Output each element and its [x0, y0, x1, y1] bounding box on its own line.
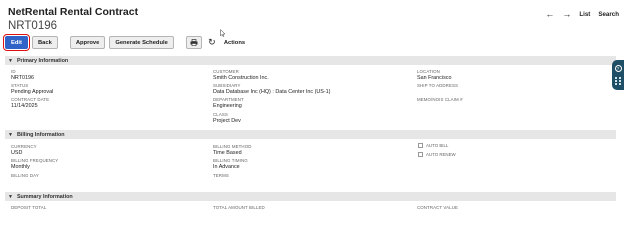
field-value: San Francisco: [417, 74, 452, 81]
field-label: MEMO/NOIS CLAIM #: [417, 97, 463, 102]
field-label: BILLING FREQUENCY: [11, 158, 59, 163]
field-label: CONTRACT VALUE: [417, 205, 459, 210]
section-title: Summary Information: [16, 193, 73, 200]
refresh-icon[interactable]: ↻: [206, 37, 218, 48]
record-id: NRT0196: [8, 20, 58, 32]
actions-menu[interactable]: Actions: [224, 40, 245, 46]
auto-bill-checkbox-row: AUTO BILL: [418, 143, 448, 148]
field-id: ID NRT0196: [11, 69, 34, 81]
field-value: Data Database Inc (HQ) : Data Center Inc…: [213, 88, 331, 95]
edit-button[interactable]: Edit: [3, 34, 30, 51]
side-widget-panel[interactable]: ?: [612, 60, 624, 90]
field-label: BILLING DAY: [11, 173, 39, 178]
section-summary-information[interactable]: ▼ Summary Information: [5, 192, 616, 201]
field-value: Project Dev: [213, 117, 241, 124]
auto-bill-label: AUTO BILL: [426, 143, 449, 148]
field-status: STATUS Pending Approval: [11, 83, 53, 95]
approve-button[interactable]: Approve: [69, 36, 106, 49]
section-primary-information[interactable]: ▼ Primary Information: [5, 56, 616, 65]
chevron-down-icon: ▼: [8, 193, 13, 200]
field-label: TERMS: [213, 173, 229, 178]
top-navigation: ← → List Search: [545, 10, 619, 19]
auto-renew-checkbox[interactable]: [418, 152, 423, 157]
field-value: Time Based: [213, 149, 242, 156]
field-label: SHIP TO ADDRESS: [417, 83, 459, 88]
page-title: NetRental Rental Contract: [8, 6, 139, 18]
auto-renew-checkbox-row: AUTO RENEW: [418, 152, 456, 157]
field-value: Smith Construction Inc.: [213, 74, 269, 81]
generate-schedule-button[interactable]: Generate Schedule: [109, 36, 174, 49]
field-billing-timing: BILLING TIMING In Advance: [213, 158, 248, 170]
field-terms: TERMS: [213, 173, 229, 179]
field-subsidiary: SUBSIDIARY Data Database Inc (HQ) : Data…: [213, 83, 330, 95]
next-record-arrow-icon[interactable]: →: [562, 10, 571, 19]
field-value: NRT0196: [11, 74, 34, 81]
field-label: BILLING METHOD: [213, 144, 252, 149]
apps-grid-icon[interactable]: [615, 77, 621, 85]
previous-record-arrow-icon[interactable]: ←: [545, 10, 554, 19]
section-billing-information[interactable]: ▼ Billing Information: [5, 130, 616, 139]
field-value: USD: [11, 149, 23, 156]
field-total-amount-billed: TOTAL AMOUNT BILLED: [213, 205, 265, 211]
field-billing-frequency: BILLING FREQUENCY Monthly: [11, 158, 58, 170]
toolbar: Edit Back Approve Generate Schedule ↻ Ac…: [3, 34, 245, 51]
auto-renew-label: AUTO RENEW: [426, 152, 456, 157]
field-value: 11/14/2025: [11, 102, 38, 109]
field-billing-day: BILLING DAY: [11, 173, 39, 179]
auto-bill-checkbox[interactable]: [418, 143, 423, 148]
field-contract-date: CONTRACT DATE 11/14/2025: [11, 97, 49, 109]
chevron-down-icon: ▼: [8, 131, 13, 138]
field-department: DEPARTMENT Engineering: [213, 97, 244, 109]
help-icon[interactable]: ?: [614, 65, 622, 72]
field-label: BILLING TIMING: [213, 158, 248, 163]
field-label: DEPARTMENT: [213, 97, 244, 102]
field-deposit-total: DEPOSIT TOTAL: [11, 205, 46, 211]
field-billing-method: BILLING METHOD Time Based: [213, 144, 251, 156]
print-icon: [190, 39, 198, 46]
section-title: Primary Information: [16, 57, 69, 64]
field-currency: CURRENCY USD: [11, 144, 37, 156]
field-value: Engineering: [213, 102, 242, 109]
field-label: CURRENCY: [11, 144, 37, 149]
field-value: Monthly: [11, 163, 30, 170]
field-label: DEPOSIT TOTAL: [11, 205, 47, 210]
field-label: CONTRACT DATE: [11, 97, 50, 102]
field-value: Pending Approval: [11, 88, 54, 95]
field-memo-claim: MEMO/NOIS CLAIM #: [417, 97, 463, 103]
list-link[interactable]: List: [579, 11, 590, 18]
field-value: In Advance: [213, 163, 240, 170]
field-contract-value: CONTRACT VALUE: [417, 205, 458, 211]
field-customer: CUSTOMER Smith Construction Inc.: [213, 69, 269, 81]
back-button[interactable]: Back: [31, 36, 58, 49]
search-link[interactable]: Search: [598, 11, 619, 18]
chevron-down-icon: ▼: [8, 57, 13, 64]
field-location: LOCATION San Francisco: [417, 69, 451, 81]
section-title: Billing Information: [16, 131, 65, 138]
field-ship-to-address: SHIP TO ADDRESS: [417, 83, 458, 89]
print-button[interactable]: [185, 36, 202, 49]
field-label: TOTAL AMOUNT BILLED: [213, 205, 265, 210]
field-class: CLASS Project Dev: [213, 112, 241, 124]
